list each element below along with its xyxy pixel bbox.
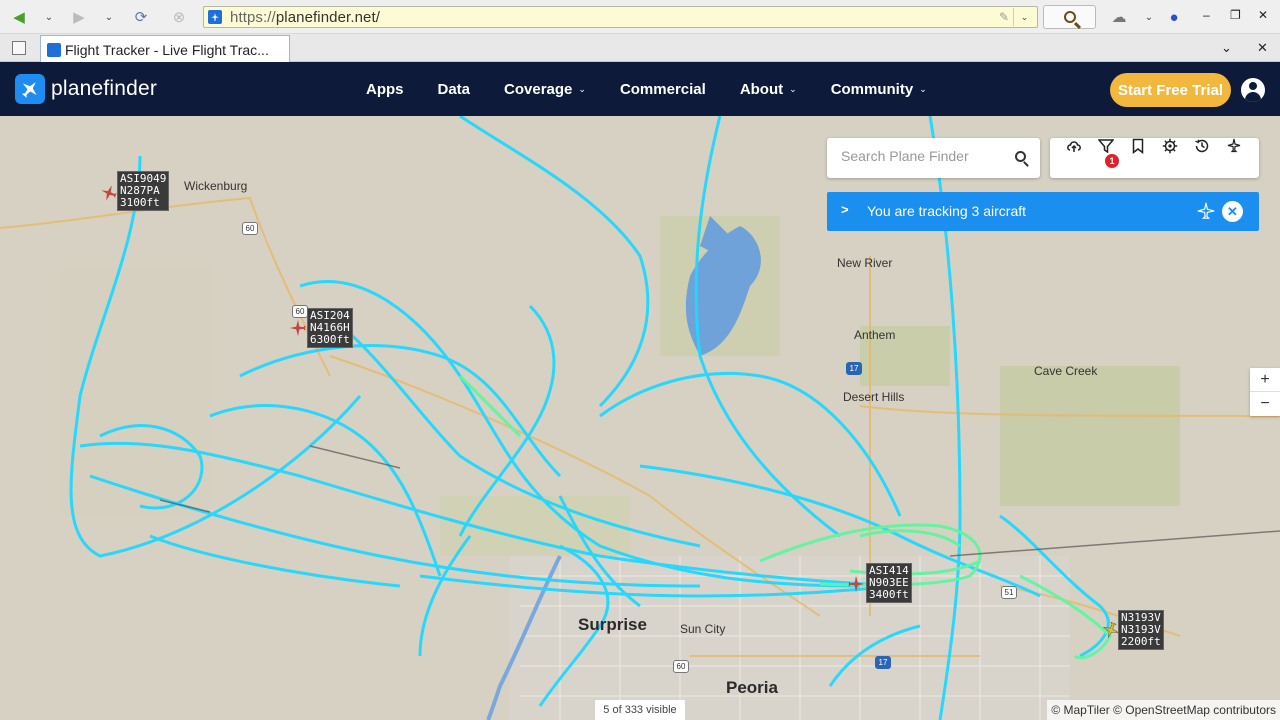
forward-arrow-icon[interactable]: ▶ — [68, 6, 90, 28]
close-window-icon[interactable]: ✕ — [1258, 8, 1268, 22]
place-anthem: Anthem — [854, 328, 896, 342]
filter-count-badge: 1 — [1105, 154, 1119, 168]
browser-logo-icon[interactable]: ● — [1163, 6, 1185, 28]
chevron-down-icon: ⌄ — [578, 83, 586, 94]
airport-icon[interactable] — [1226, 138, 1242, 154]
tab-overflow-chevron-icon[interactable]: ⌄ — [1221, 40, 1232, 56]
tab-flight-tracker[interactable]: Flight Tracker - Live Flight Trac... — [40, 35, 290, 62]
search-input[interactable] — [841, 148, 1011, 164]
place-surprise: Surprise — [578, 615, 647, 634]
nav-coverage[interactable]: Coverage ⌄ — [504, 81, 586, 98]
url-field[interactable]: https://planefinder.net/ ✎ ⌄ — [203, 6, 1038, 28]
highway-shield: 60 — [292, 305, 308, 318]
plane-logo-icon — [15, 74, 45, 104]
reload-icon[interactable]: ⟳ — [130, 6, 152, 28]
stop-icon[interactable]: ⊗ — [168, 6, 190, 28]
history-clock-icon[interactable] — [1194, 138, 1210, 154]
tracking-text: You are tracking 3 aircraft — [867, 203, 1027, 219]
chevron-down-icon: ⌄ — [919, 83, 927, 94]
aircraft-label[interactable]: N3193V N3193V 2200ft — [1118, 610, 1164, 650]
tab-list-icon[interactable] — [12, 41, 26, 55]
search-icon[interactable] — [1015, 151, 1026, 162]
interstate-shield: 17 — [875, 656, 891, 669]
site-favicon-icon — [208, 10, 222, 24]
nav-about[interactable]: About ⌄ — [740, 81, 797, 98]
place-sun-city: Sun City — [680, 622, 726, 636]
place-desert-hills: Desert Hills — [843, 390, 905, 404]
flight-map[interactable]: Wickenburg New River Anthem Cave Creek D… — [0, 116, 1280, 720]
url-dropdown-icon[interactable]: ⌄ — [1013, 8, 1035, 26]
tab-title: Flight Tracker - Live Flight Trac... — [65, 42, 269, 58]
site-header: planefinder Apps Data Coverage ⌄ Commerci… — [0, 62, 1280, 116]
chevron-down-icon: ⌄ — [789, 83, 797, 94]
browser-search-button[interactable] — [1043, 5, 1096, 29]
nav-apps[interactable]: Apps — [366, 81, 404, 98]
forward-history-chevron-icon[interactable]: ⌄ — [98, 6, 120, 28]
zoom-out-button[interactable]: − — [1250, 392, 1280, 416]
minimize-icon[interactable]: – — [1203, 8, 1210, 22]
paperclip-icon[interactable]: ✎ — [999, 10, 1009, 24]
interstate-shield: 17 — [846, 362, 862, 375]
tab-bar: Flight Tracker - Live Flight Trac... ⌄ ✕ — [0, 34, 1280, 62]
close-tracking-button[interactable]: ✕ — [1222, 201, 1243, 222]
plane-outline-icon[interactable] — [1197, 202, 1215, 220]
place-new-river: New River — [837, 256, 893, 270]
zoom-in-button[interactable]: + — [1250, 368, 1280, 392]
chevron-right-icon[interactable]: > — [841, 202, 849, 217]
back-history-chevron-icon[interactable]: ⌄ — [38, 6, 60, 28]
map-attribution[interactable]: © MapTiler © OpenStreetMap contributors — [1047, 700, 1280, 720]
visible-count: 5 of 333 visible — [595, 700, 685, 720]
zoom-control: + − — [1250, 368, 1280, 416]
place-wickenburg: Wickenburg — [184, 179, 248, 193]
aircraft-label[interactable]: ASI414 N903EE 3400ft — [866, 563, 912, 603]
url-text: https://planefinder.net/ — [230, 9, 381, 26]
place-cave-creek: Cave Creek — [1034, 364, 1098, 378]
main-nav: Apps Data Coverage ⌄ Commercial About ⌄ Co… — [366, 62, 961, 116]
place-peoria: Peoria — [726, 678, 778, 697]
search-box — [827, 138, 1040, 178]
aircraft-icon[interactable] — [289, 319, 307, 337]
restore-icon[interactable]: ❐ — [1230, 8, 1241, 22]
cloud-upload-icon[interactable] — [1066, 138, 1082, 154]
logo-text: planefinder — [51, 77, 158, 100]
settings-gear-icon[interactable] — [1162, 138, 1178, 154]
map-toolbar — [1050, 138, 1259, 178]
back-arrow-icon[interactable]: ◀ — [8, 6, 30, 28]
nav-commercial[interactable]: Commercial — [620, 81, 706, 98]
filter-icon[interactable] — [1098, 138, 1114, 154]
planefinder-logo[interactable]: planefinder — [15, 74, 157, 104]
extension-icon[interactable]: ☁ — [1108, 6, 1130, 28]
highway-shield: 51 — [1001, 586, 1017, 599]
user-account-icon[interactable] — [1241, 78, 1265, 102]
start-free-trial-button[interactable]: Start Free Trial — [1110, 73, 1231, 107]
aircraft-icon[interactable] — [847, 575, 865, 593]
nav-community[interactable]: Community ⌄ — [831, 81, 927, 98]
browser-toolbar: ◀ ⌄ ▶ ⌄ ⟳ ⊗ https://planefinder.net/ ✎ ⌄… — [0, 0, 1280, 34]
bookmark-icon[interactable] — [1130, 138, 1146, 154]
aircraft-label[interactable]: ASI204 N4166H 6300ft — [307, 308, 353, 348]
tab-favicon-icon — [47, 43, 61, 57]
tracking-banner[interactable]: > You are tracking 3 aircraft ✕ — [827, 192, 1259, 231]
aircraft-icon[interactable] — [100, 184, 118, 202]
magnifier-icon — [1063, 11, 1076, 23]
aircraft-label[interactable]: ASI9049 N287PA 3100ft — [117, 171, 170, 211]
highway-shield: 60 — [673, 660, 689, 673]
close-tab-icon[interactable]: ✕ — [1257, 40, 1268, 56]
highway-shield: 60 — [242, 222, 258, 235]
extension-menu-chevron-icon[interactable]: ⌄ — [1138, 6, 1160, 28]
nav-data[interactable]: Data — [438, 81, 471, 98]
